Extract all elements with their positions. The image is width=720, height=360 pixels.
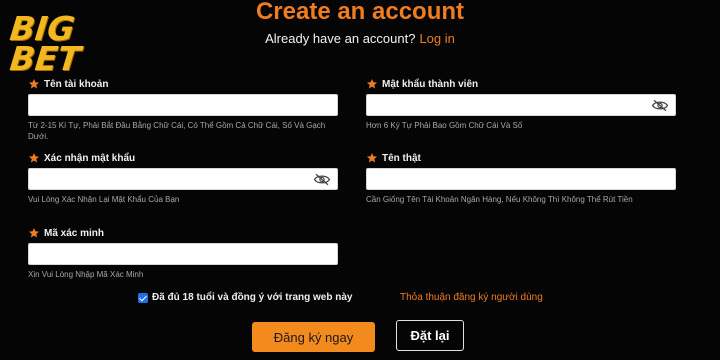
star-icon xyxy=(367,153,377,163)
verification-code-input[interactable] xyxy=(29,244,337,264)
username-hint: Từ 2-15 Kí Tự, Phải Bắt Đầu Bằng Chữ Cái… xyxy=(28,121,326,141)
confirm-password-label-text: Xác nhận mật khẩu xyxy=(44,152,136,164)
login-link[interactable]: Log in xyxy=(419,31,454,46)
username-input[interactable] xyxy=(29,95,337,115)
verification-code-label: Mã xác minh xyxy=(28,225,338,241)
verification-code-input-box[interactable] xyxy=(28,243,338,265)
field-password: Mật khẩu thành viên Hơn 6 Ký Tự Phải Bao… xyxy=(366,76,676,131)
password-hint: Hơn 6 Ký Tự Phải Bao Gồm Chữ Cái Và Số xyxy=(366,121,523,130)
eye-slash-icon[interactable] xyxy=(313,173,331,186)
password-input-box[interactable] xyxy=(366,94,676,116)
username-input-box[interactable] xyxy=(28,94,338,116)
username-label-text: Tên tài khoản xyxy=(44,78,109,90)
terms-link[interactable]: Thỏa thuận đăng ký người dùng xyxy=(400,292,543,303)
confirm-password-label: Xác nhận mật khẩu xyxy=(28,150,338,166)
field-confirm-password: Xác nhận mật khẩu Vui Lòng Xác Nhận Lại … xyxy=(28,150,338,205)
field-verification-code: Mã xác minh Xin Vui Lòng Nhập Mã Xác Min… xyxy=(28,225,338,280)
password-label: Mật khẩu thành viên xyxy=(366,76,676,92)
password-input[interactable] xyxy=(367,95,675,115)
username-label: Tên tài khoản xyxy=(28,76,338,92)
login-question: Already have an account? xyxy=(265,31,416,46)
real-name-label: Tên thật xyxy=(366,150,676,166)
real-name-hint: Cần Giống Tên Tài Khoản Ngân Hàng, Nếu K… xyxy=(366,195,633,204)
page-title: Create an account xyxy=(255,0,465,25)
reset-button[interactable]: Đặt lại xyxy=(396,320,464,351)
real-name-input-box[interactable] xyxy=(366,168,676,190)
real-name-label-text: Tên thật xyxy=(382,152,421,164)
field-real-name: Tên thật Cần Giống Tên Tài Khoản Ngân Hà… xyxy=(366,150,676,205)
age-agreement[interactable]: Đã đủ 18 tuổi và đồng ý với trang web nà… xyxy=(138,292,352,303)
login-prompt: Already have an account? Log in xyxy=(0,31,720,46)
confirm-password-input[interactable] xyxy=(29,169,337,189)
agreement-text: Đã đủ 18 tuổi và đồng ý với trang web nà… xyxy=(152,292,353,303)
confirm-password-hint: Vui Lòng Xác Nhận Lại Mật Khẩu Của Bạn xyxy=(28,195,180,204)
star-icon xyxy=(29,79,39,89)
agreement-checkbox[interactable] xyxy=(138,292,148,303)
verification-code-hint: Xin Vui Lòng Nhập Mã Xác Minh xyxy=(28,270,144,279)
eye-slash-icon[interactable] xyxy=(651,99,669,112)
password-label-text: Mật khẩu thành viên xyxy=(382,78,479,90)
field-username: Tên tài khoản Từ 2-15 Kí Tự, Phải Bắt Đầ… xyxy=(28,76,338,142)
logo-line-bottom: BET xyxy=(8,39,83,78)
register-button[interactable]: Đăng ký ngay xyxy=(252,322,375,352)
star-icon xyxy=(29,153,39,163)
star-icon xyxy=(367,79,377,89)
verification-code-label-text: Mã xác minh xyxy=(44,227,105,239)
real-name-input[interactable] xyxy=(367,169,675,189)
star-icon xyxy=(29,228,39,238)
confirm-password-input-box[interactable] xyxy=(28,168,338,190)
